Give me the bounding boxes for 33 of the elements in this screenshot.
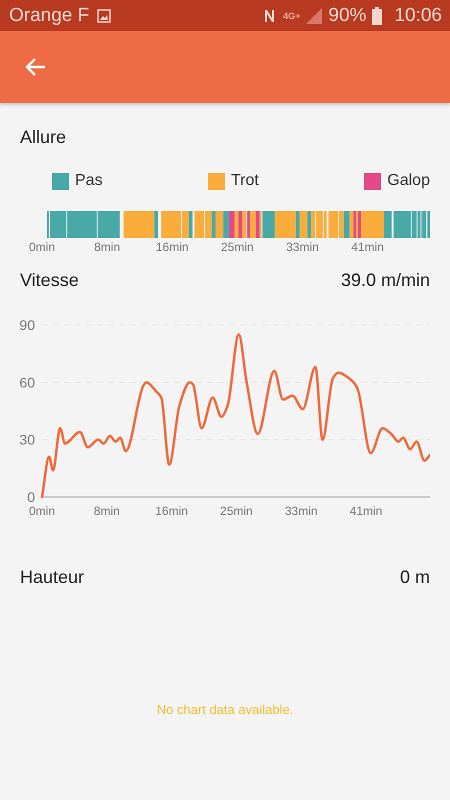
axis-label: 16min: [156, 240, 189, 254]
carrier-name: Orange F: [9, 4, 90, 26]
axis-label: 60: [19, 374, 35, 390]
back-arrow-icon: [24, 57, 46, 77]
legend-label: Trot: [231, 172, 259, 190]
axis-label: 25min: [220, 240, 254, 254]
axis-label: 33min: [286, 240, 319, 254]
legend-label: Galop: [387, 172, 430, 190]
section-title: Vitesse: [20, 270, 79, 291]
battery-icon: [372, 6, 382, 24]
axis-label: 8min: [94, 240, 120, 254]
clock: 10:06: [394, 4, 442, 26]
axis-label: 41min: [351, 240, 384, 254]
signal-icon: [306, 8, 322, 24]
image-icon: [97, 8, 112, 22]
axis-label: 25min: [220, 504, 253, 517]
axis-label: 0: [27, 489, 35, 505]
axis-label: 41min: [350, 504, 382, 517]
height-value: 0 m: [400, 567, 430, 588]
axis-label: 16min: [155, 504, 188, 517]
empty-chart-message: No chart data available.: [156, 702, 294, 717]
section-title: Allure: [20, 127, 66, 148]
axis-label: 0min: [29, 504, 55, 517]
axis-label: 33min: [284, 504, 318, 517]
legend-label: Pas: [75, 172, 103, 190]
axis-label: 90: [19, 317, 35, 333]
section-title: Hauteur: [20, 567, 84, 588]
axis-label: 30: [19, 432, 35, 448]
network-type: 4G+: [283, 10, 300, 20]
axis-label: 8min: [94, 504, 120, 517]
battery-level: 90%: [328, 4, 366, 26]
speed-value: 39.0 m/min: [340, 270, 430, 291]
axis-label: 0min: [29, 240, 55, 254]
